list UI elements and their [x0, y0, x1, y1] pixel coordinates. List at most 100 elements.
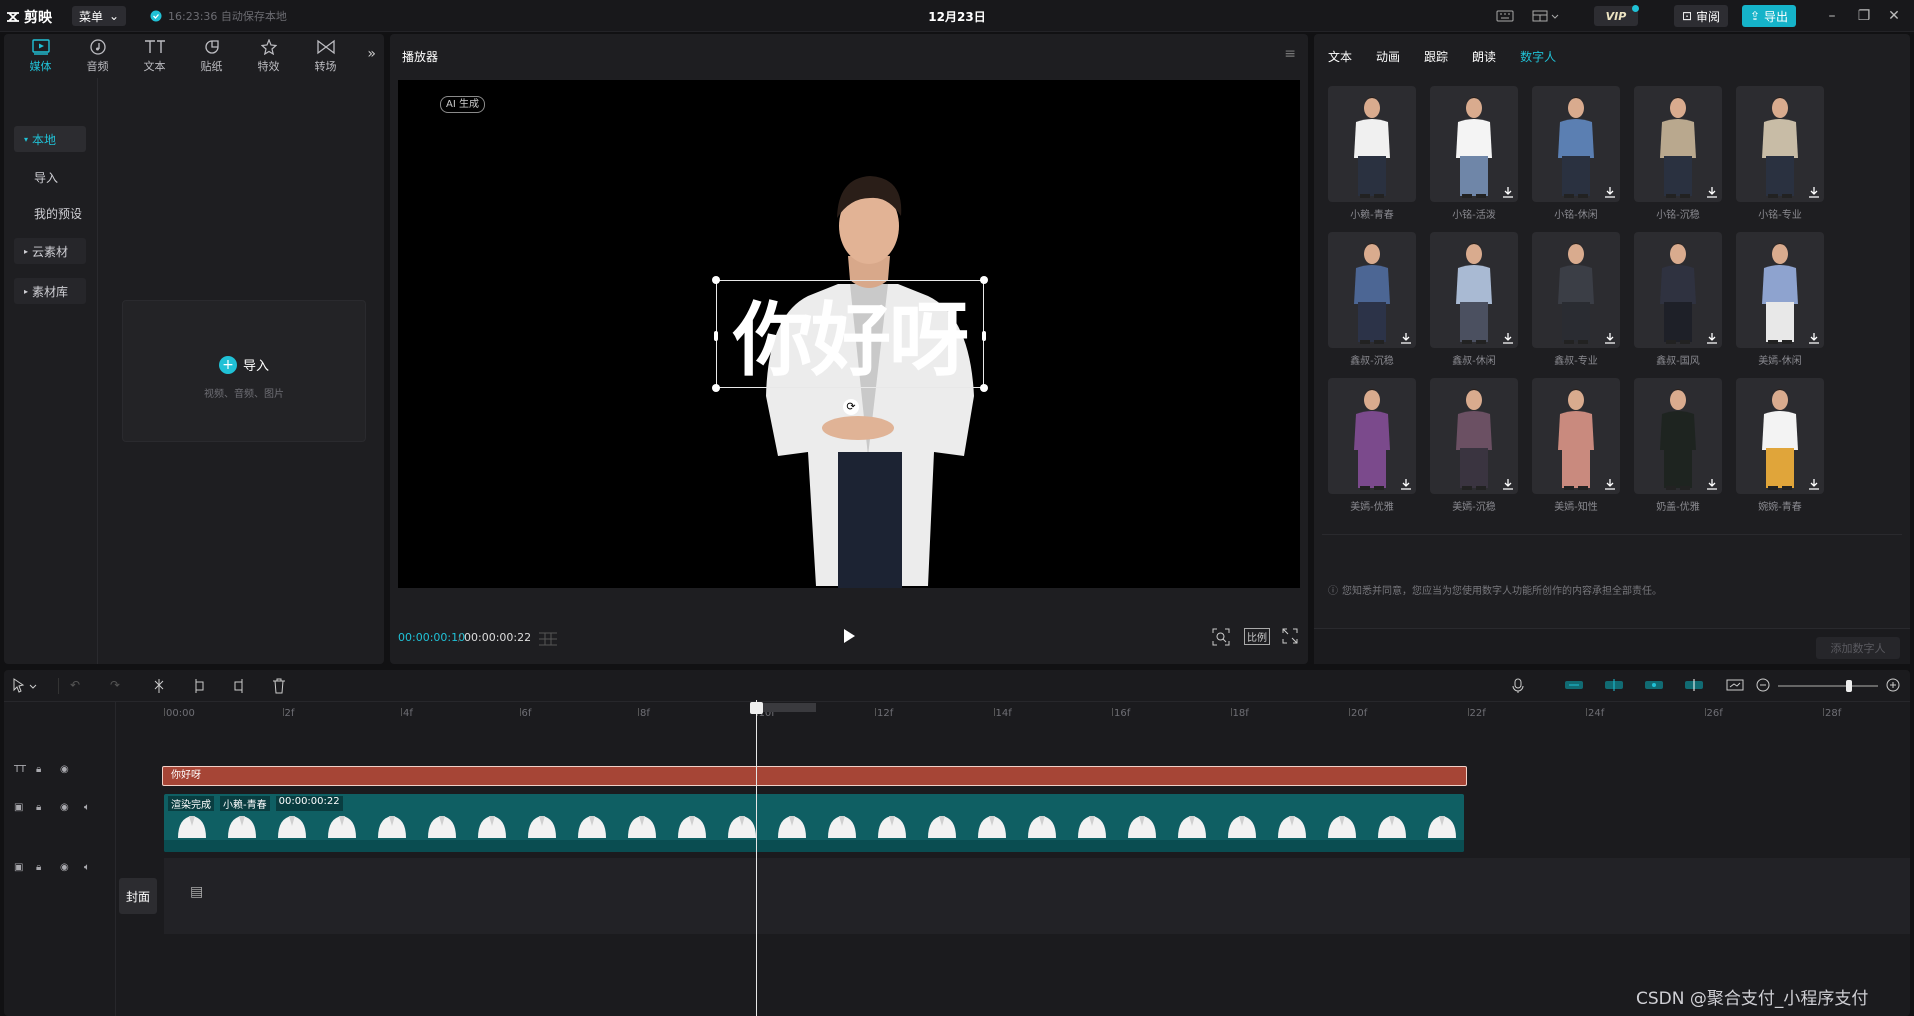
avatar-card[interactable]: 小赖-青春: [1328, 86, 1416, 221]
subtitle-selection-box[interactable]: 你好呀 ⟳: [712, 276, 988, 415]
avatar-card[interactable]: 鑫叔-国风: [1634, 232, 1722, 367]
download-icon[interactable]: [1502, 186, 1514, 198]
frame-grid-icon[interactable]: [538, 632, 558, 646]
eye-icon[interactable]: ◉: [60, 764, 69, 775]
eye-icon[interactable]: ◉: [60, 862, 69, 873]
add-digital-human-button[interactable]: 添加数字人: [1816, 637, 1900, 659]
avatar-card[interactable]: 美嫣-沉稳: [1430, 378, 1518, 513]
text-clip[interactable]: 你好呀: [162, 766, 1467, 786]
eye-icon[interactable]: ◉: [60, 802, 69, 813]
tab-media[interactable]: 媒体: [12, 34, 69, 78]
download-icon[interactable]: [1808, 478, 1820, 490]
avatar-card[interactable]: 鑫叔-专业: [1532, 232, 1620, 367]
menu-button[interactable]: 菜单 ⌄: [72, 6, 126, 26]
tab-sticker[interactable]: 贴纸: [183, 34, 240, 78]
import-button[interactable]: + 导入: [123, 355, 365, 374]
resize-handle[interactable]: [980, 276, 988, 284]
speaker-icon[interactable]: 🔈︎: [84, 802, 90, 813]
preview-window-icon[interactable]: [1726, 678, 1744, 692]
sidebar-item-import[interactable]: 导入: [14, 164, 86, 190]
zoom-fit-icon[interactable]: [1212, 628, 1230, 646]
resize-handle[interactable]: [982, 331, 986, 341]
tab-tracking[interactable]: 跟踪: [1424, 48, 1448, 65]
restore-icon[interactable]: ❐: [1856, 8, 1872, 24]
fullscreen-icon[interactable]: [1282, 628, 1298, 644]
download-icon[interactable]: [1808, 332, 1820, 344]
split-left-icon[interactable]: [192, 678, 206, 694]
download-icon[interactable]: [1400, 332, 1412, 344]
zoom-in-icon[interactable]: [1886, 678, 1900, 692]
download-icon[interactable]: [1706, 332, 1718, 344]
hamburger-menu-icon[interactable]: ≡: [1284, 46, 1296, 62]
tab-audio[interactable]: 音频: [69, 34, 126, 78]
sidebar-item-local[interactable]: ▾ 本地: [14, 126, 86, 152]
delete-icon[interactable]: [272, 678, 286, 694]
play-icon[interactable]: [842, 628, 856, 644]
tab-read-aloud[interactable]: 朗读: [1472, 48, 1496, 65]
resize-handle[interactable]: [712, 384, 720, 392]
linkage-icon[interactable]: [1644, 678, 1664, 692]
avatar-card[interactable]: 鑫叔-沉稳: [1328, 232, 1416, 367]
subtitle-text[interactable]: 你好呀: [717, 281, 983, 387]
auto-snap-icon[interactable]: [1604, 678, 1624, 692]
layout-icon[interactable]: [1530, 7, 1562, 25]
avatar-card[interactable]: 鑫叔-休闲: [1430, 232, 1518, 367]
download-icon[interactable]: [1604, 478, 1616, 490]
avatar-card[interactable]: 美嫣-优雅: [1328, 378, 1416, 513]
avatar-card[interactable]: 婉婉-青春: [1736, 378, 1824, 513]
playhead-handle[interactable]: [750, 702, 763, 714]
download-icon[interactable]: [1502, 478, 1514, 490]
microphone-icon[interactable]: [1512, 678, 1524, 694]
download-icon[interactable]: [1502, 332, 1514, 344]
speaker-icon[interactable]: 🔈︎: [84, 862, 90, 873]
playhead[interactable]: [756, 700, 757, 1016]
tab-digital-human[interactable]: 数字人: [1520, 48, 1556, 65]
digital-human-clip[interactable]: 渲染完成 小赖-青春 00:00:00:22: [164, 794, 1464, 852]
download-icon[interactable]: [1706, 186, 1718, 198]
export-button[interactable]: ⇪ 导出: [1742, 5, 1796, 27]
tab-effects[interactable]: 特效: [240, 34, 297, 78]
keyboard-icon[interactable]: [1494, 7, 1516, 25]
minimize-icon[interactable]: –: [1824, 8, 1840, 24]
avatar-card[interactable]: 小铭-活泼: [1430, 86, 1518, 221]
time-ruler[interactable]: 00:00 2f 4f 6f 8f 10f 12f 14f 16f 18f 20f 22f 24f 26f…: [164, 702, 1906, 722]
sidebar-item-presets[interactable]: 我的预设: [14, 200, 86, 226]
avatar-card[interactable]: 小铭-沉稳: [1634, 86, 1722, 221]
zoom-slider-thumb[interactable]: [1846, 680, 1852, 692]
avatar-card[interactable]: 美嫣-知性: [1532, 378, 1620, 513]
sidebar-item-cloud[interactable]: ▸ 云素材: [14, 238, 86, 264]
main-track-area[interactable]: ▤: [164, 858, 1910, 934]
ratio-button[interactable]: 比例: [1244, 628, 1270, 645]
resize-handle[interactable]: [980, 384, 988, 392]
close-icon[interactable]: ✕: [1886, 8, 1902, 24]
cover-button[interactable]: 封面: [119, 878, 157, 914]
rotate-handle-icon[interactable]: ⟳: [843, 399, 859, 415]
avatar-card[interactable]: 奶盖-优雅: [1634, 378, 1722, 513]
select-pointer-icon[interactable]: [12, 678, 38, 694]
avatar-card[interactable]: 美嫣-休闲: [1736, 232, 1824, 367]
download-icon[interactable]: [1808, 186, 1820, 198]
lock-icon[interactable]: 🔒︎: [36, 764, 41, 775]
tab-animation[interactable]: 动画: [1376, 48, 1400, 65]
undo-icon[interactable]: ↶: [70, 678, 80, 692]
lock-icon[interactable]: 🔒︎: [36, 802, 41, 813]
split-icon[interactable]: [152, 678, 166, 694]
download-icon[interactable]: [1604, 186, 1616, 198]
lock-icon[interactable]: 🔒︎: [36, 862, 41, 873]
resize-handle[interactable]: [712, 276, 720, 284]
avatar-card[interactable]: 小铭-专业: [1736, 86, 1824, 221]
redo-icon[interactable]: ↷: [110, 678, 120, 692]
tab-text-props[interactable]: 文本: [1328, 48, 1352, 65]
download-icon[interactable]: [1604, 332, 1616, 344]
tab-transition[interactable]: 转场: [297, 34, 354, 78]
preview-axis-icon[interactable]: [1684, 678, 1704, 692]
download-icon[interactable]: [1706, 478, 1718, 490]
sidebar-item-library[interactable]: ▸ 素材库: [14, 278, 86, 304]
split-right-icon[interactable]: [232, 678, 246, 694]
download-icon[interactable]: [1400, 478, 1412, 490]
video-preview[interactable]: AI 生成 你好呀 ⟳: [398, 80, 1300, 588]
avatar-card[interactable]: 小铭-休闲: [1532, 86, 1620, 221]
resize-handle[interactable]: [714, 331, 718, 341]
more-tabs-icon[interactable]: »: [367, 46, 376, 62]
import-dropzone[interactable]: + 导入 视频、音频、图片: [122, 300, 366, 442]
